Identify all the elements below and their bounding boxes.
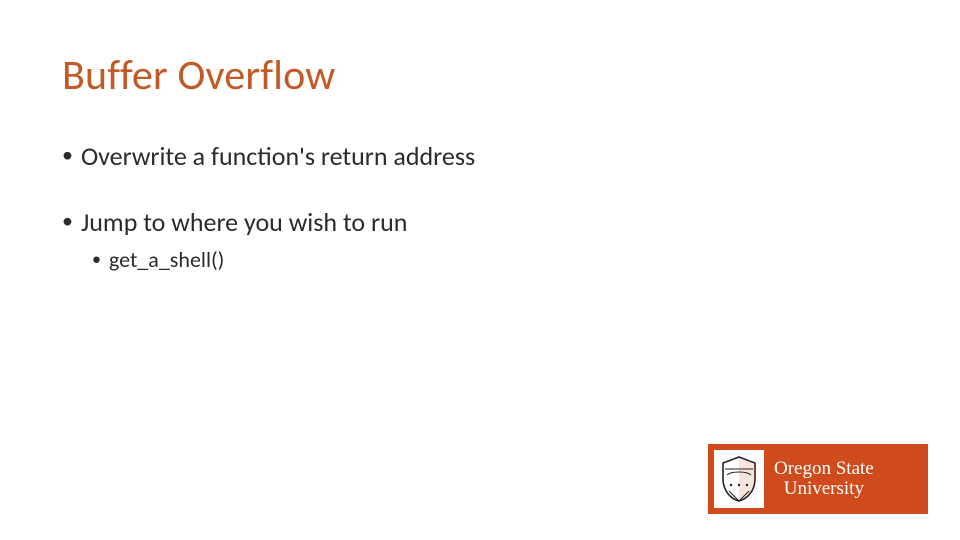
bullet-text: Jump to where you wish to run <box>81 206 407 238</box>
osu-logo-text: Oregon State University <box>774 459 874 499</box>
osu-logo: Oregon State University <box>708 444 928 514</box>
bullet-dot-icon: • <box>92 246 101 272</box>
osu-logo-line2: University <box>774 479 874 499</box>
slide: Buffer Overflow • Overwrite a function's… <box>0 0 960 540</box>
bullet-dot-icon: • <box>62 206 73 236</box>
bullet-level2: • get_a_shell() <box>92 246 900 273</box>
slide-title: Buffer Overflow <box>62 50 336 101</box>
slide-body: • Overwrite a function's return address … <box>62 140 900 273</box>
osu-logo-line1: Oregon State <box>774 459 874 479</box>
bullet-level1: • Overwrite a function's return address <box>62 140 900 172</box>
bullet-level1: • Jump to where you wish to run <box>62 206 900 238</box>
bullet-dot-icon: • <box>62 140 73 170</box>
osu-shield-icon <box>714 450 764 508</box>
bullet-text: get_a_shell() <box>109 246 224 273</box>
bullet-text: Overwrite a function's return address <box>81 140 475 172</box>
